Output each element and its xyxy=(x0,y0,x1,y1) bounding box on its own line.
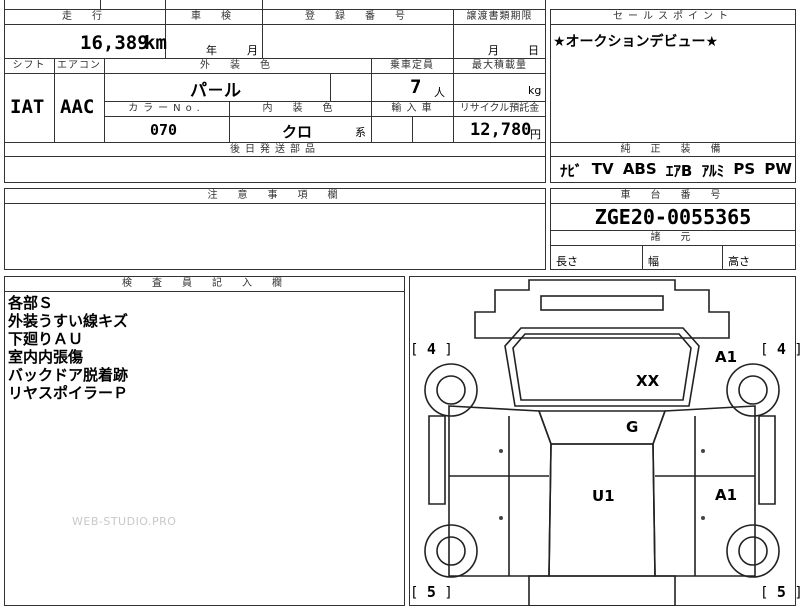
top-stub-row xyxy=(4,0,546,10)
spec-length-label: 長さ xyxy=(556,255,578,268)
watermark: WEB-STUDIO.PRO xyxy=(72,515,177,528)
chassis-no-value: ZGE20-0055365 xyxy=(594,205,752,229)
damage-mark-front-right: A1 xyxy=(715,348,738,366)
capacity-unit: 人 xyxy=(434,86,445,99)
front-bumper-outline xyxy=(474,279,730,339)
vehicle-damage-diagram xyxy=(424,279,780,606)
interior-color-suffix: 系 xyxy=(355,126,366,139)
chassis-no-header: 車 台 番 号 xyxy=(620,190,726,201)
specs-header: 諸 元 xyxy=(650,232,696,243)
tire-front-left-tread: [ 4 ] xyxy=(410,340,453,358)
equipment-item: ABS xyxy=(622,160,657,178)
aircon-header: エアコン xyxy=(57,60,101,71)
roof-outline xyxy=(548,443,656,577)
hood-outline xyxy=(504,327,700,407)
transfer-docs-header: 譲渡書類期限 xyxy=(466,11,533,22)
max-load-unit: kg xyxy=(528,84,542,97)
equipment-item: ｱﾙﾐ xyxy=(701,162,725,180)
tire-rear-left-tread: [ 5 ] xyxy=(410,583,453,601)
inspector-header: 検 査 員 記 入 欄 xyxy=(122,278,287,289)
transfer-month-unit: 月 xyxy=(488,44,499,57)
equipment-item: ﾅﾋﾞ xyxy=(560,162,583,180)
inspector-remarks: 各部Ｓ 外装うすい線キズ 下廻りＡＵ 室内内張傷 バックドア脱着跡 リヤスポイラーＰ xyxy=(8,294,128,402)
registration-header: 登 録 番 号 xyxy=(305,11,410,22)
damage-mark-side-right: A1 xyxy=(715,486,738,504)
color-no-value: 070 xyxy=(150,121,178,139)
damage-mark-roof: U1 xyxy=(592,487,615,505)
aircon-value: AAC xyxy=(60,96,95,118)
exterior-color-header: 外 装 色 xyxy=(200,60,275,71)
capacity-header: 乗車定員 xyxy=(390,60,434,71)
remark-line: リヤスポイラーＰ xyxy=(8,384,129,402)
shift-value: IAT xyxy=(10,96,45,118)
notes-header: 注 意 事 項 欄 xyxy=(207,190,343,201)
inspection-header: 車 検 xyxy=(191,11,236,22)
tire-front-right-tread: [ 4 ] xyxy=(760,340,800,358)
deferred-parts-header: 後日発送部品 xyxy=(230,144,320,155)
damage-mark-windshield: G xyxy=(626,418,639,436)
mileage-header: 走 行 xyxy=(62,11,107,22)
equipment-item: TV xyxy=(591,160,614,178)
exterior-color-value: パ－ル xyxy=(190,81,241,101)
inspection-month-unit: 月 xyxy=(247,44,258,57)
capacity-value: 7 xyxy=(410,76,422,98)
mileage-value: 16,389 xyxy=(80,32,149,54)
windshield-outline xyxy=(537,410,667,445)
recycle-value: 12,780 xyxy=(470,120,532,140)
equipment-item: ｴｱB xyxy=(665,162,693,180)
recycle-unit: 円 xyxy=(530,128,541,141)
equipment-item: PS xyxy=(733,160,756,178)
transfer-day-unit: 日 xyxy=(528,44,539,57)
inspection-year-unit: 年 xyxy=(206,44,217,57)
remark-line: 室内内張傷 xyxy=(8,348,84,366)
equipment-item: PW xyxy=(764,160,792,178)
remark-line: バックドア脱着跡 xyxy=(8,366,129,384)
shift-header: シフト xyxy=(12,60,46,71)
interior-color-header: 内 装 色 xyxy=(262,103,338,114)
damage-mark-hood: XX xyxy=(636,372,660,390)
equipment-list: ﾅﾋﾞ TV ABS ｴｱB ｱﾙﾐ PS PW xyxy=(560,160,792,180)
import-header: 輸 入 車 xyxy=(391,103,433,114)
remark-line: 外装うすい線キズ xyxy=(8,312,129,330)
color-no-header: カラーNo. xyxy=(128,103,205,114)
interior-color-value: クロ xyxy=(282,123,313,141)
remark-line: 各部Ｓ xyxy=(8,294,54,312)
standard-equipment-header: 純 正 装 備 xyxy=(620,144,726,155)
sales-point-header: セールスポイント xyxy=(613,11,733,22)
remark-line: 下廻りＡＵ xyxy=(8,330,84,348)
recycle-header: リサイクル預託金 xyxy=(459,103,540,114)
spec-height-label: 高さ xyxy=(728,255,750,268)
mileage-unit: km xyxy=(144,32,167,54)
max-load-header: 最大積載量 xyxy=(472,60,527,71)
spec-width-label: 幅 xyxy=(648,255,659,268)
sales-point-text: ★オークションデビュー★ xyxy=(553,34,719,50)
front-grille-outline xyxy=(540,295,664,311)
tire-rear-right-tread: [ 5 ] xyxy=(760,583,800,601)
